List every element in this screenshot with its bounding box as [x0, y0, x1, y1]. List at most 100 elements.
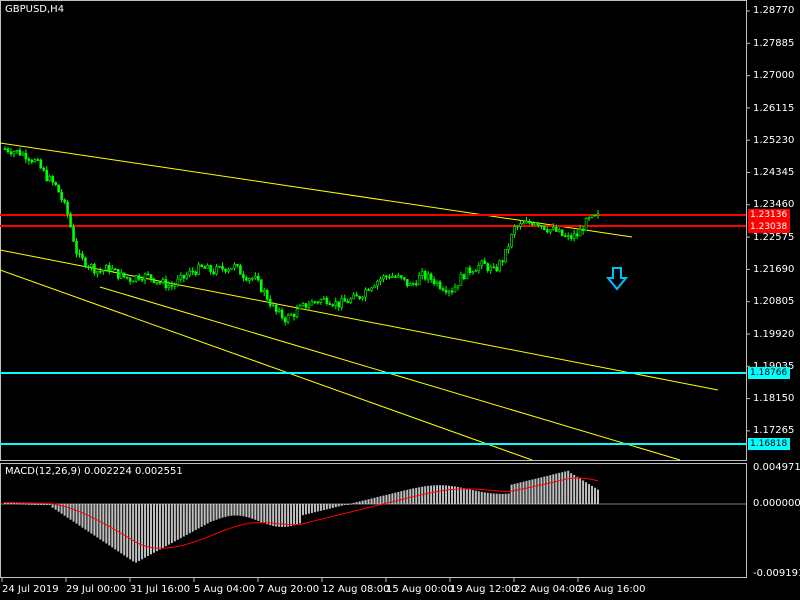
macd-bar — [403, 490, 406, 504]
candle-body — [60, 191, 63, 201]
time-tick: 26 Aug 16:00 — [578, 584, 646, 595]
candle-body — [90, 264, 93, 268]
candle-body — [596, 213, 600, 216]
candle-body — [274, 304, 278, 312]
price-tick: 1.24345 — [753, 167, 795, 178]
macd-bar — [483, 492, 486, 504]
macd-bar — [242, 504, 245, 517]
candle-body — [99, 270, 102, 273]
trendlines[interactable] — [0, 142, 719, 461]
down-arrow-icon[interactable] — [605, 267, 629, 291]
macd-bar — [27, 503, 30, 505]
macd-bar — [144, 504, 147, 558]
macd-bar — [313, 504, 316, 513]
candle-body — [367, 289, 370, 291]
candle-body — [334, 301, 338, 306]
macd-bar — [498, 493, 501, 504]
macd-bar — [299, 504, 302, 524]
candle-body — [382, 275, 385, 280]
trendline-mid[interactable] — [0, 249, 719, 391]
macd-bar — [84, 504, 87, 530]
candle-body — [313, 301, 317, 303]
macd-bar — [155, 504, 158, 552]
macd-bar — [516, 483, 519, 504]
macd-bar — [468, 489, 471, 504]
candle-body — [581, 228, 585, 231]
macd-bar — [346, 504, 349, 505]
price-levels[interactable] — [0, 214, 746, 445]
macd-bar — [567, 470, 570, 504]
candle-body — [155, 281, 159, 284]
candle-body — [554, 226, 558, 232]
candle-body — [39, 159, 43, 169]
candle-body — [93, 264, 96, 274]
time-tick: 19 Aug 12:00 — [450, 584, 518, 595]
candle-body — [432, 279, 436, 285]
candles[interactable] — [3, 146, 600, 326]
candle-body — [566, 235, 570, 237]
candle-body — [417, 275, 421, 286]
macd-bar — [474, 490, 477, 504]
macd-bar — [445, 485, 448, 504]
macd-bar — [78, 504, 81, 526]
macd-bar — [179, 504, 182, 539]
candle-body — [239, 265, 242, 275]
candle-body — [259, 279, 263, 293]
candle-body — [248, 278, 251, 281]
candle-body — [411, 283, 415, 285]
macd-bar — [442, 485, 445, 504]
candle-body — [152, 278, 156, 283]
candle-body — [18, 149, 22, 156]
candle-body — [280, 309, 284, 319]
candle-body — [167, 285, 171, 289]
macd-bar — [263, 504, 266, 524]
candle-body — [423, 271, 427, 280]
candle-body — [245, 277, 248, 281]
macd-bar — [492, 493, 495, 504]
price-badge-cyan: 1.16818 — [748, 438, 790, 450]
candle-body — [510, 234, 513, 248]
candle-body — [51, 176, 54, 183]
candle-body — [107, 264, 111, 272]
macd-bar — [164, 504, 167, 547]
macd-bar — [147, 504, 150, 557]
chart-canvas[interactable] — [0, 0, 800, 600]
candle-body — [584, 217, 588, 231]
price-tick: 1.17265 — [753, 425, 795, 436]
candle-body — [394, 276, 397, 278]
price-tick: 1.25230 — [753, 135, 795, 146]
macd-bar — [462, 488, 465, 504]
macd-histogram — [4, 470, 599, 563]
candle-body — [295, 308, 299, 317]
candle-body — [405, 279, 409, 287]
candle-body — [465, 267, 469, 280]
macd-bar — [21, 503, 24, 505]
candle-body — [143, 273, 147, 281]
macd-label: MACD(12,26,9) 0.002224 0.002551 — [5, 466, 183, 477]
macd-bar — [290, 504, 293, 527]
candle-body — [462, 274, 466, 280]
macd-bar — [591, 485, 594, 504]
macd-bar — [501, 493, 504, 504]
candle-body — [277, 309, 281, 312]
macd-bar — [409, 489, 412, 504]
price-tick: 1.21690 — [753, 264, 795, 275]
macd-bar — [173, 504, 176, 542]
macd-bar — [459, 487, 462, 504]
macd-bar — [397, 491, 400, 504]
macd-bar — [251, 504, 254, 519]
time-tick: 22 Aug 04:00 — [514, 584, 582, 595]
macd-bar — [30, 503, 33, 505]
candle-body — [96, 270, 99, 274]
candle-body — [292, 314, 296, 317]
candle-body — [322, 297, 326, 300]
candle-body — [140, 278, 144, 281]
macd-bar — [215, 504, 218, 520]
time-tick: 5 Aug 04:00 — [194, 584, 256, 595]
price-tick: 1.22575 — [753, 232, 795, 243]
macd-bar — [343, 504, 346, 506]
candle-body — [531, 222, 534, 226]
chart-frame — [0, 0, 747, 578]
macd-bar — [340, 504, 343, 506]
macd-bar — [170, 504, 173, 544]
